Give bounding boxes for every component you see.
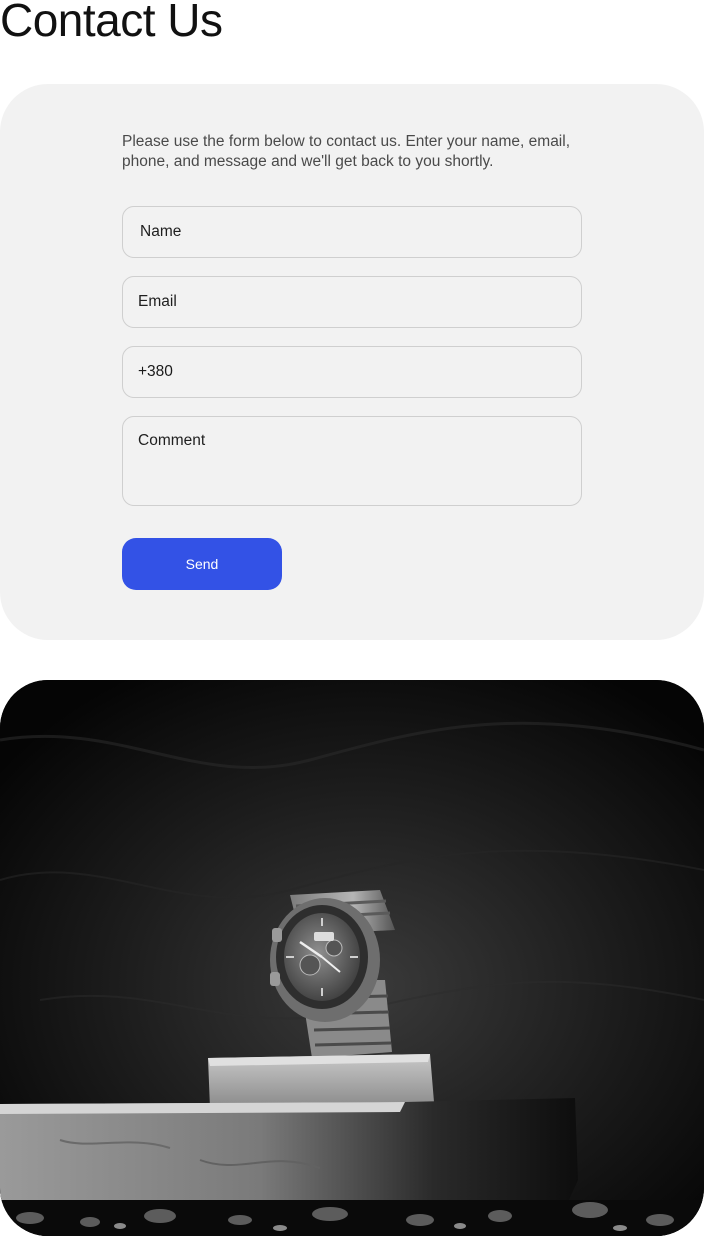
email-field[interactable] [122, 276, 582, 328]
watch-photo [0, 680, 704, 1236]
name-field[interactable] [122, 206, 582, 258]
comment-field[interactable] [122, 416, 582, 506]
contact-page: Contact Us Please use the form below to … [0, 0, 704, 1236]
page-title: Contact Us [0, 0, 223, 46]
phone-field[interactable] [122, 346, 582, 398]
send-button[interactable]: Send [122, 538, 282, 590]
form-intro-text: Please use the form below to contact us.… [122, 133, 571, 170]
